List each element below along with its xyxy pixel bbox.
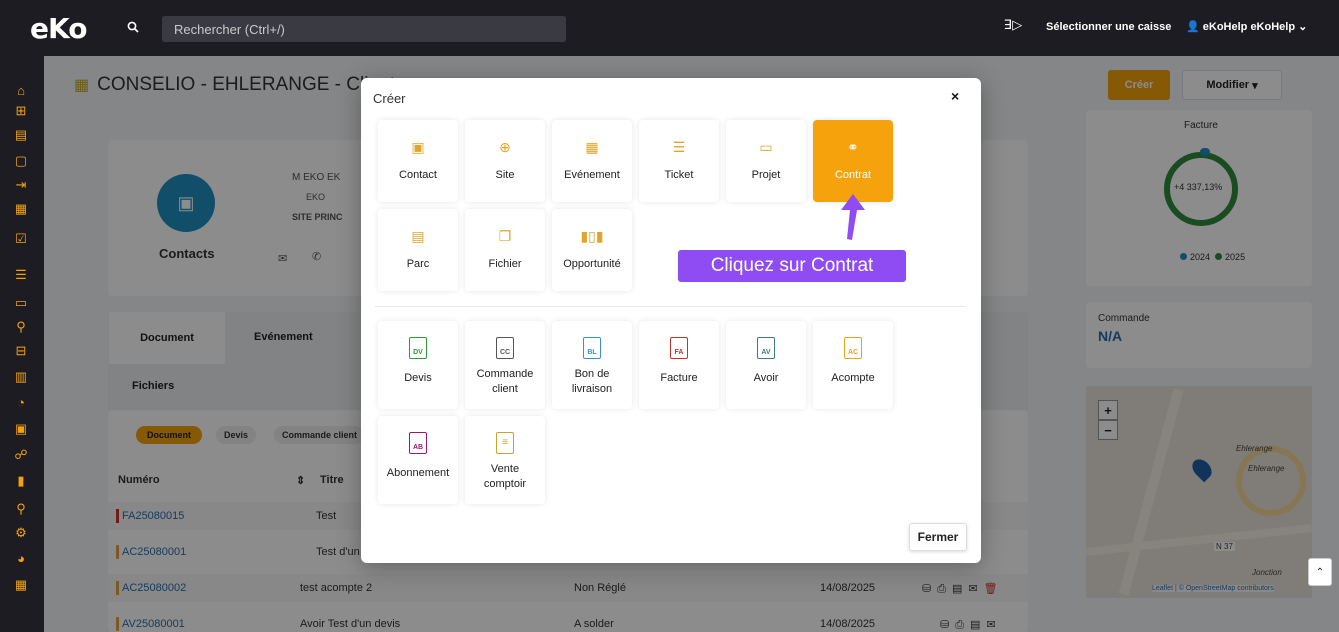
pie-chart-icon[interactable]: ◕ xyxy=(10,550,32,568)
arrow-up-icon xyxy=(841,194,865,240)
home-icon[interactable]: ⌂ xyxy=(10,82,32,100)
tile-label: Facture xyxy=(660,372,698,384)
contact-icon: ▣ xyxy=(411,139,425,155)
building-icon[interactable]: ▥ xyxy=(10,368,32,386)
acompte-doc-icon: AC xyxy=(844,337,862,359)
receipt-icon: ≡ xyxy=(496,432,514,454)
list-icon[interactable]: ▤ xyxy=(10,126,32,144)
calendar-check-icon[interactable]: ☑ xyxy=(10,230,32,248)
close-button[interactable]: Fermer xyxy=(909,523,967,551)
bar-chart-icon[interactable]: ▮ xyxy=(10,472,32,490)
create-facture-tile[interactable]: FA Facture xyxy=(639,321,719,409)
contact-icon[interactable]: ▣ xyxy=(10,420,32,438)
checklist-icon: ☰ xyxy=(672,139,686,155)
tile-label: Acompte xyxy=(831,372,875,384)
create-evenement-tile[interactable]: ▦ Evénement xyxy=(552,120,632,202)
handshake-icon: ⚭ xyxy=(847,139,859,155)
create-contact-tile[interactable]: ▣ Contact xyxy=(378,120,458,202)
tile-label: Evénement xyxy=(564,169,620,181)
tile-label: Commande client xyxy=(476,368,534,395)
create-fichier-tile[interactable]: ❐ Fichier xyxy=(465,209,545,291)
avoir-doc-icon: AV xyxy=(757,337,775,359)
livraison-doc-icon: BL xyxy=(583,337,601,359)
copy-icon: ❐ xyxy=(498,228,512,244)
search-icon[interactable] xyxy=(120,15,146,39)
location-pin-icon: ⊕ xyxy=(499,139,511,155)
chevron-down-icon: ⌄ xyxy=(1298,21,1308,33)
create-devis-tile[interactable]: DV Devis xyxy=(378,321,458,409)
tile-label: Site xyxy=(495,169,515,181)
timer-icon[interactable]: ◔ xyxy=(10,394,32,412)
create-ticket-tile[interactable]: ☰ Ticket xyxy=(639,120,719,202)
create-vente-comptoir-tile[interactable]: ≡ Vente comptoir xyxy=(465,416,545,504)
tile-label: Contact xyxy=(399,169,437,181)
users-icon[interactable]: ☍ xyxy=(10,446,32,464)
file-icon[interactable]: ▢ xyxy=(10,152,32,170)
tile-label: Devis xyxy=(404,372,432,384)
create-commande-client-tile[interactable]: CC Commande client xyxy=(465,321,545,409)
tile-label: Projet xyxy=(751,169,781,181)
calendar-icon: ▦ xyxy=(585,139,599,155)
tile-label: Fichier xyxy=(488,258,522,270)
tasks-icon[interactable]: ⚲ xyxy=(10,318,32,336)
tutorial-callout: Cliquez sur Contrat xyxy=(678,250,906,282)
settings-icon[interactable]: ⚙ xyxy=(10,524,32,542)
calculator-icon[interactable]: ▦ xyxy=(10,576,32,594)
user-name: eKoHelp eKoHelp xyxy=(1202,21,1296,33)
create-parc-tile[interactable]: ▤ Parc xyxy=(378,209,458,291)
left-nav: ⌂ ⊞ ▤ ▢ ⇥ ▦ ☑ ☰ ▭ ⚲ ⊟ ▥ ◔ ▣ ☍ ▮ ⚲ ⚙ ◕ ▦ xyxy=(0,56,44,632)
create-acompte-tile[interactable]: AC Acompte xyxy=(813,321,893,409)
top-bar: eKo Rechercher (Ctrl+/) ꓱ▷ Sélectionner … xyxy=(0,0,1339,56)
modal-divider xyxy=(375,306,965,307)
cash-register-icon[interactable]: ꓱ▷ xyxy=(1004,17,1022,33)
search-input[interactable]: Rechercher (Ctrl+/) xyxy=(162,16,566,42)
tile-label: Opportunité xyxy=(563,258,621,270)
box-icon: ▤ xyxy=(411,228,425,244)
facture-doc-icon: FA xyxy=(670,337,688,359)
create-modal: Créer × ▣ Contact ⊕ Site ▦ Evénement ☰ T… xyxy=(361,78,981,563)
tile-label: Contrat xyxy=(834,169,872,181)
user-icon: 👤 xyxy=(1186,21,1200,33)
create-avoir-tile[interactable]: AV Avoir xyxy=(726,321,806,409)
eko-logo[interactable]: eKo xyxy=(30,12,87,45)
select-caisse-button[interactable]: Sélectionner une caisse xyxy=(1046,21,1171,33)
tile-label: Abonnement xyxy=(386,467,450,479)
devis-doc-icon: DV xyxy=(409,337,427,359)
tile-label: Bon de livraison xyxy=(571,368,613,395)
close-icon[interactable]: × xyxy=(951,88,959,104)
folder-icon: ▭ xyxy=(759,139,773,155)
folder-icon[interactable]: ▭ xyxy=(10,294,32,312)
checklist-icon[interactable]: ☰ xyxy=(10,266,32,284)
create-contrat-tile[interactable]: ⚭ Contrat xyxy=(813,120,893,202)
bar-chart-icon: ▮▯▮ xyxy=(580,228,604,244)
commande-doc-icon: CC xyxy=(496,337,514,359)
create-projet-tile[interactable]: ▭ Projet xyxy=(726,120,806,202)
user-menu[interactable]: 👤 eKoHelp eKoHelp ⌄ xyxy=(1186,20,1307,33)
create-abonnement-tile[interactable]: AB Abonnement xyxy=(378,416,458,504)
tile-label: Vente comptoir xyxy=(483,463,527,490)
calendar-icon[interactable]: ▦ xyxy=(10,200,32,218)
file-export-icon[interactable]: ⇥ xyxy=(10,176,32,194)
tile-label: Ticket xyxy=(664,169,694,181)
create-opportunite-tile[interactable]: ▮▯▮ Opportunité xyxy=(552,209,632,291)
create-site-tile[interactable]: ⊕ Site xyxy=(465,120,545,202)
tree-icon[interactable]: ⊟ xyxy=(10,342,32,360)
tile-label: Avoir xyxy=(753,372,779,384)
tile-label: Parc xyxy=(406,258,430,270)
search-icon[interactable]: ⚲ xyxy=(10,500,32,518)
modal-title: Créer xyxy=(373,91,406,106)
scroll-top-button[interactable]: ⌃ xyxy=(1308,558,1332,586)
abonnement-doc-icon: AB xyxy=(409,432,427,454)
create-bon-livraison-tile[interactable]: BL Bon de livraison xyxy=(552,321,632,409)
plus-square-icon[interactable]: ⊞ xyxy=(10,102,32,120)
